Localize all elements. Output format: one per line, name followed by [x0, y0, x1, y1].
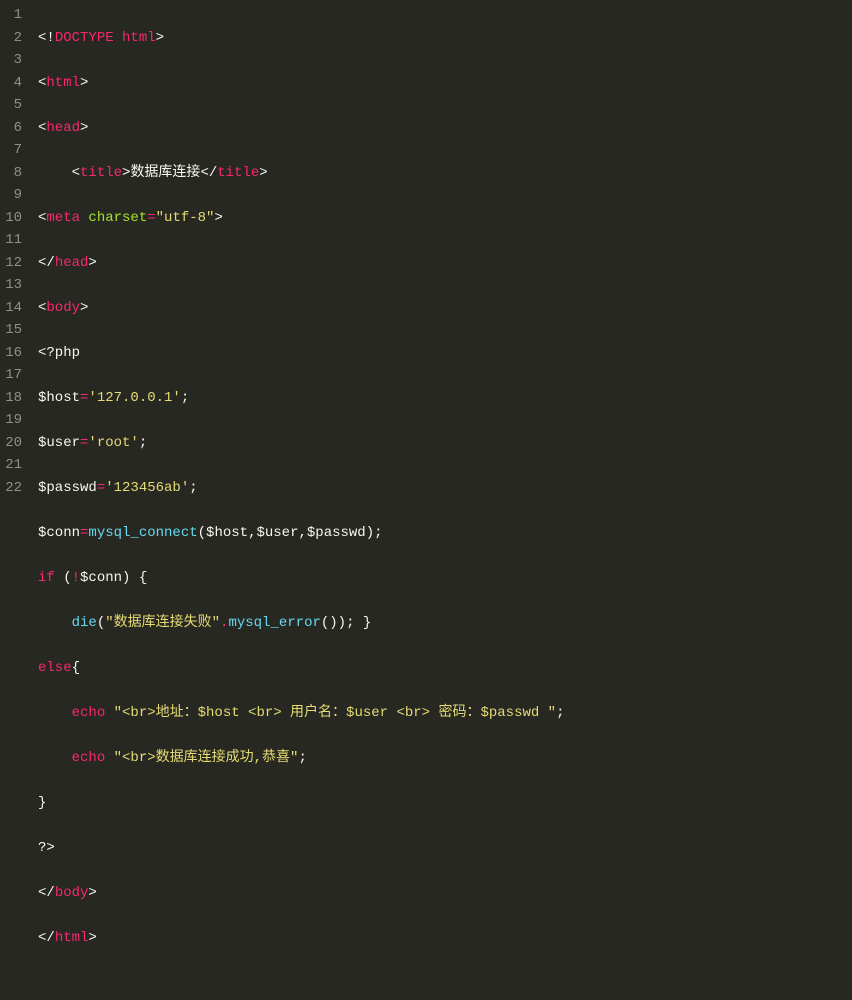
line-number: 12 [0, 252, 22, 275]
line-number: 20 [0, 432, 22, 455]
code-line[interactable]: </html> [38, 927, 564, 950]
line-number: 17 [0, 364, 22, 387]
line-number: 14 [0, 297, 22, 320]
line-number: 8 [0, 162, 22, 185]
line-number: 19 [0, 409, 22, 432]
code-line[interactable]: <body> [38, 297, 564, 320]
code-line[interactable]: </head> [38, 252, 564, 275]
code-line[interactable]: die("数据库连接失败".mysql_error()); } [38, 612, 564, 635]
code-line[interactable]: $passwd='123456ab'; [38, 477, 564, 500]
code-line[interactable]: echo "<br>地址：$host <br> 用户名：$user <br> 密… [38, 702, 564, 725]
code-line[interactable]: ?> [38, 837, 564, 860]
line-number: 11 [0, 229, 22, 252]
code-editor: 1 2 3 4 5 6 7 8 9 10 11 12 13 14 15 16 1… [0, 0, 852, 500]
line-gutter: 1 2 3 4 5 6 7 8 9 10 11 12 13 14 15 16 1… [0, 0, 30, 500]
line-number: 2 [0, 27, 22, 50]
line-number: 15 [0, 319, 22, 342]
code-line[interactable]: $user='root'; [38, 432, 564, 455]
code-line[interactable]: </body> [38, 882, 564, 905]
line-number: 7 [0, 139, 22, 162]
code-line[interactable]: } [38, 792, 564, 815]
line-number: 4 [0, 72, 22, 95]
code-line[interactable]: <!DOCTYPE html> [38, 27, 564, 50]
code-line[interactable]: $conn=mysql_connect($host,$user,$passwd)… [38, 522, 564, 545]
code-line[interactable] [38, 972, 564, 995]
line-number: 9 [0, 184, 22, 207]
line-number: 16 [0, 342, 22, 365]
line-number: 3 [0, 49, 22, 72]
code-line[interactable]: echo "<br>数据库连接成功,恭喜"; [38, 747, 564, 770]
code-line[interactable]: <meta charset="utf-8"> [38, 207, 564, 230]
code-line[interactable]: <head> [38, 117, 564, 140]
code-line[interactable]: if (!$conn) { [38, 567, 564, 590]
line-number: 13 [0, 274, 22, 297]
line-number: 18 [0, 387, 22, 410]
line-number: 21 [0, 454, 22, 477]
line-number: 6 [0, 117, 22, 140]
code-line[interactable]: $host='127.0.0.1'; [38, 387, 564, 410]
line-number: 10 [0, 207, 22, 230]
code-area[interactable]: <!DOCTYPE html> <html> <head> <title>数据库… [30, 0, 564, 500]
line-number: 1 [0, 4, 22, 27]
code-line[interactable]: <title>数据库连接</title> [38, 162, 564, 185]
line-number: 22 [0, 477, 22, 500]
line-number: 5 [0, 94, 22, 117]
code-line[interactable]: <html> [38, 72, 564, 95]
code-line[interactable]: <?php [38, 342, 564, 365]
code-line[interactable]: else{ [38, 657, 564, 680]
